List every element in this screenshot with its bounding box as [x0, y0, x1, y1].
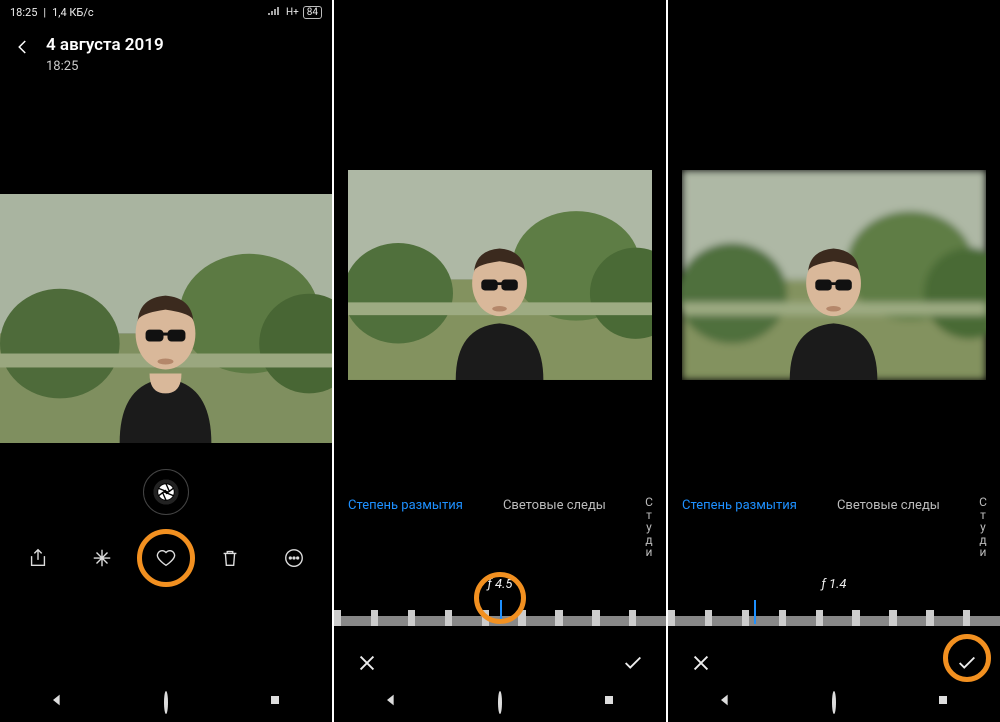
tab-studio[interactable]: Студи — [976, 496, 990, 559]
nav-back-icon[interactable] — [49, 692, 65, 712]
blur-editor-panel-b: Степень размытия Световые следы Студи ƒ … — [666, 0, 1000, 722]
nav-recent-icon[interactable] — [601, 692, 617, 712]
nav-home-icon[interactable] — [498, 693, 502, 712]
aperture-edit-button[interactable] — [143, 469, 189, 515]
fstop-value: ƒ 1.4 — [668, 577, 1000, 592]
share-icon[interactable] — [27, 547, 49, 573]
effects-icon[interactable] — [91, 547, 113, 573]
tab-blur[interactable]: Степень размытия — [344, 496, 467, 515]
fstop-value: ƒ 4.5 — [334, 577, 666, 592]
nav-recent-icon[interactable] — [267, 692, 283, 712]
aperture-slider[interactable] — [334, 598, 666, 634]
tab-light-trails[interactable]: Световые следы — [499, 496, 610, 515]
more-icon[interactable] — [283, 547, 305, 573]
delete-icon[interactable] — [219, 547, 241, 573]
favorite-icon[interactable] — [155, 547, 177, 573]
photo-date: 4 августа 2019 — [46, 35, 164, 55]
photo[interactable] — [0, 194, 332, 443]
header: 4 августа 2019 18:25 — [0, 21, 332, 82]
nav-bar — [668, 682, 1000, 722]
confirm-icon[interactable] — [622, 652, 644, 678]
status-speed: 1,4 КБ/с — [52, 6, 94, 19]
blur-editor-panel-a: Степень размытия Световые следы Студи ƒ … — [332, 0, 666, 722]
action-bar — [0, 533, 332, 579]
back-icon[interactable] — [14, 35, 32, 60]
editor-tabs: Степень размытия Световые следы Студи — [668, 496, 1000, 559]
battery-icon: 84 — [303, 6, 322, 19]
photo-time: 18:25 — [46, 59, 164, 74]
cancel-icon[interactable] — [690, 652, 712, 678]
photo[interactable] — [334, 170, 666, 380]
nav-home-icon[interactable] — [832, 693, 836, 712]
nav-bar — [0, 682, 332, 722]
aperture-slider[interactable] — [668, 598, 1000, 634]
status-divider: | — [43, 6, 46, 19]
nav-back-icon[interactable] — [717, 692, 733, 712]
gallery-view-panel: 18:25 | 1,4 КБ/с H+ 84 4 августа 2019 18… — [0, 0, 332, 722]
tab-studio[interactable]: Студи — [642, 496, 656, 559]
status-bar: 18:25 | 1,4 КБ/с H+ 84 — [0, 0, 332, 21]
nav-bar — [334, 682, 666, 722]
signal-icon — [268, 6, 282, 19]
editor-tabs: Степень размытия Световые следы Студи — [334, 496, 666, 559]
cancel-icon[interactable] — [356, 652, 378, 678]
confirm-icon[interactable] — [956, 652, 978, 678]
status-net: H+ — [286, 7, 299, 18]
nav-home-icon[interactable] — [164, 693, 168, 712]
photo[interactable] — [668, 170, 1000, 380]
tab-light-trails[interactable]: Световые следы — [833, 496, 944, 515]
nav-back-icon[interactable] — [383, 692, 399, 712]
nav-recent-icon[interactable] — [935, 692, 951, 712]
status-time: 18:25 — [10, 6, 37, 19]
tab-blur[interactable]: Степень размытия — [678, 496, 801, 515]
